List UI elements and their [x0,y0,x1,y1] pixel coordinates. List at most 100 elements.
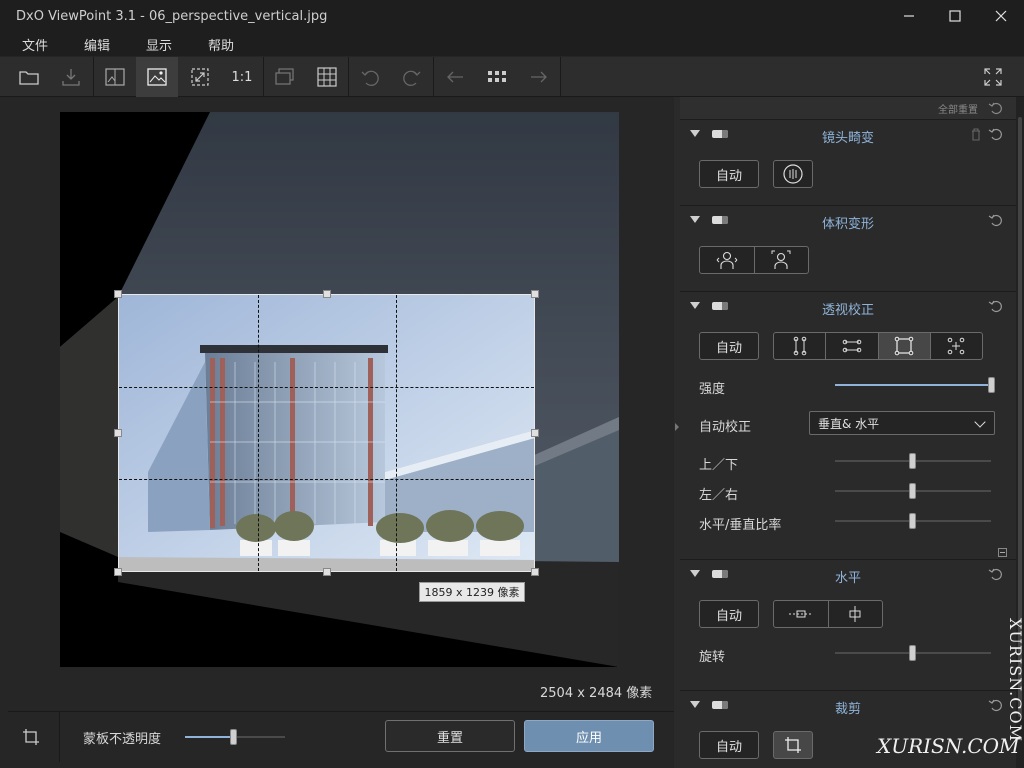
crop-handle-top-left[interactable] [114,290,122,298]
maximize-button[interactable] [932,0,978,32]
crop-tool-icon[interactable] [22,728,40,746]
section-lens-distortion: 镜头畸变 自动 [680,119,1016,205]
intensity-knob[interactable] [988,377,995,393]
intensity-slider[interactable] [835,377,995,393]
points-icon [948,337,965,355]
person-diagonal-icon [771,250,791,269]
up-down-label: 上／下 [699,458,739,473]
close-button[interactable] [978,0,1024,32]
thumbnails-button[interactable] [476,57,518,97]
watermark-horizontal: XURISN.COM [877,734,1020,758]
single-view-button[interactable] [136,57,178,97]
apply-button[interactable]: 应用 [524,720,654,752]
perspective-rectangle-button[interactable] [878,333,931,359]
crop-handle-top[interactable] [323,290,331,298]
arrow-right-icon [531,71,547,83]
minimize-button[interactable] [886,0,932,32]
window-title: DxO ViewPoint 3.1 - 06_perspective_verti… [16,8,328,24]
crop-handle-bottom-right[interactable] [531,568,539,576]
crop-handle-right[interactable] [531,429,539,437]
layers-icon [275,68,294,85]
crop-manual-button[interactable] [773,731,813,759]
rotate-left-button[interactable] [349,57,391,97]
horizon-auto-button[interactable]: 自动 [699,600,759,628]
undo-icon [988,699,1002,712]
rotate-right-button[interactable] [391,57,433,97]
horizon-mode-group[interactable] [773,600,883,628]
rotation-knob[interactable] [909,645,916,661]
lens-profile-button[interactable] [773,160,813,188]
perspective-auto-button[interactable]: 自动 [699,332,759,360]
mask-opacity-knob[interactable] [230,729,237,745]
left-right-knob[interactable] [909,483,916,499]
reset-all-bar: 全部重置 [680,97,1016,119]
fit-screen-button[interactable] [179,57,221,97]
volume-cylindrical-button[interactable] [700,247,755,273]
rotate-right-icon [403,70,421,86]
section-title: 裁剪 [834,702,861,717]
reset-all-label[interactable]: 全部重置 [938,101,978,116]
chevron-down-icon [974,416,986,428]
crop-handle-left[interactable] [114,429,122,437]
collapse-small-icon[interactable] [998,548,1007,557]
crop-frame[interactable] [114,290,539,576]
left-right-slider[interactable] [835,483,991,499]
crop-icon [785,737,801,753]
section-horizon: 水平 自动 旋转 [680,559,1016,690]
menu-view[interactable]: 显示 [124,35,186,54]
before-after-button[interactable] [94,57,136,97]
reset-button[interactable]: 重置 [385,720,515,752]
perspective-mode-group[interactable] [773,332,983,360]
crop-auto-button[interactable]: 自动 [699,731,759,759]
crop-handle-top-right[interactable] [531,290,539,298]
export-button[interactable] [50,57,92,97]
grid-button[interactable] [306,57,348,97]
volume-mode-group[interactable] [699,246,809,274]
section-header[interactable]: 裁剪 [680,691,1016,721]
menu-help[interactable]: 帮助 [186,35,248,54]
section-header[interactable]: 透视校正 [680,292,1016,322]
volume-diagonal-button[interactable] [755,247,809,273]
next-image-button[interactable] [518,57,560,97]
app-window: DxO ViewPoint 3.1 - 06_perspective_verti… [0,0,1024,768]
perspective-points-button[interactable] [931,333,982,359]
vertical-level-icon [849,606,861,622]
intensity-label: 强度 [699,382,726,397]
crop-handle-bottom-left[interactable] [114,568,122,576]
horizon-horizontal-button[interactable] [774,601,829,627]
previous-image-button[interactable] [434,57,476,97]
section-header[interactable]: 体积变形 [680,206,1016,236]
autocorrect-select[interactable]: 垂直& 水平 [809,411,995,435]
menu-edit[interactable]: 编辑 [62,35,124,54]
lens-auto-button[interactable]: 自动 [699,160,759,188]
open-folder-button[interactable] [8,57,50,97]
vertical-lines-icon [793,336,806,356]
fullscreen-button[interactable] [972,57,1014,97]
zoom-100-button[interactable]: 1:1 [221,57,263,97]
close-icon [995,10,1007,22]
up-down-slider[interactable] [835,453,991,469]
lens-icon [783,164,803,184]
crop-handle-bottom[interactable] [323,568,331,576]
perspective-vertical-button[interactable] [774,333,827,359]
compare-split-button[interactable] [264,57,306,97]
horizon-vertical-button[interactable] [829,601,883,627]
minimize-icon [904,15,914,17]
perspective-horizontal-button[interactable] [826,333,879,359]
grid-icon [317,67,337,87]
mask-opacity-slider[interactable] [185,729,285,745]
fullscreen-icon [984,68,1002,86]
image-icon [147,68,167,86]
bottom-bar: 蒙板不透明度 重置 应用 [8,711,674,762]
left-right-label: 左／右 [699,488,739,503]
up-down-knob[interactable] [909,453,916,469]
rotation-slider[interactable] [835,645,991,661]
ratio-knob[interactable] [909,513,916,529]
section-header[interactable]: 镜头畸变 [680,120,1016,150]
section-header[interactable]: 水平 [680,560,1016,590]
ratio-slider[interactable] [835,513,991,529]
title-bar: DxO ViewPoint 3.1 - 06_perspective_verti… [0,0,1024,32]
rotation-label: 旋转 [699,650,726,665]
menu-file[interactable]: 文件 [0,35,62,54]
undo-icon [988,128,1002,141]
